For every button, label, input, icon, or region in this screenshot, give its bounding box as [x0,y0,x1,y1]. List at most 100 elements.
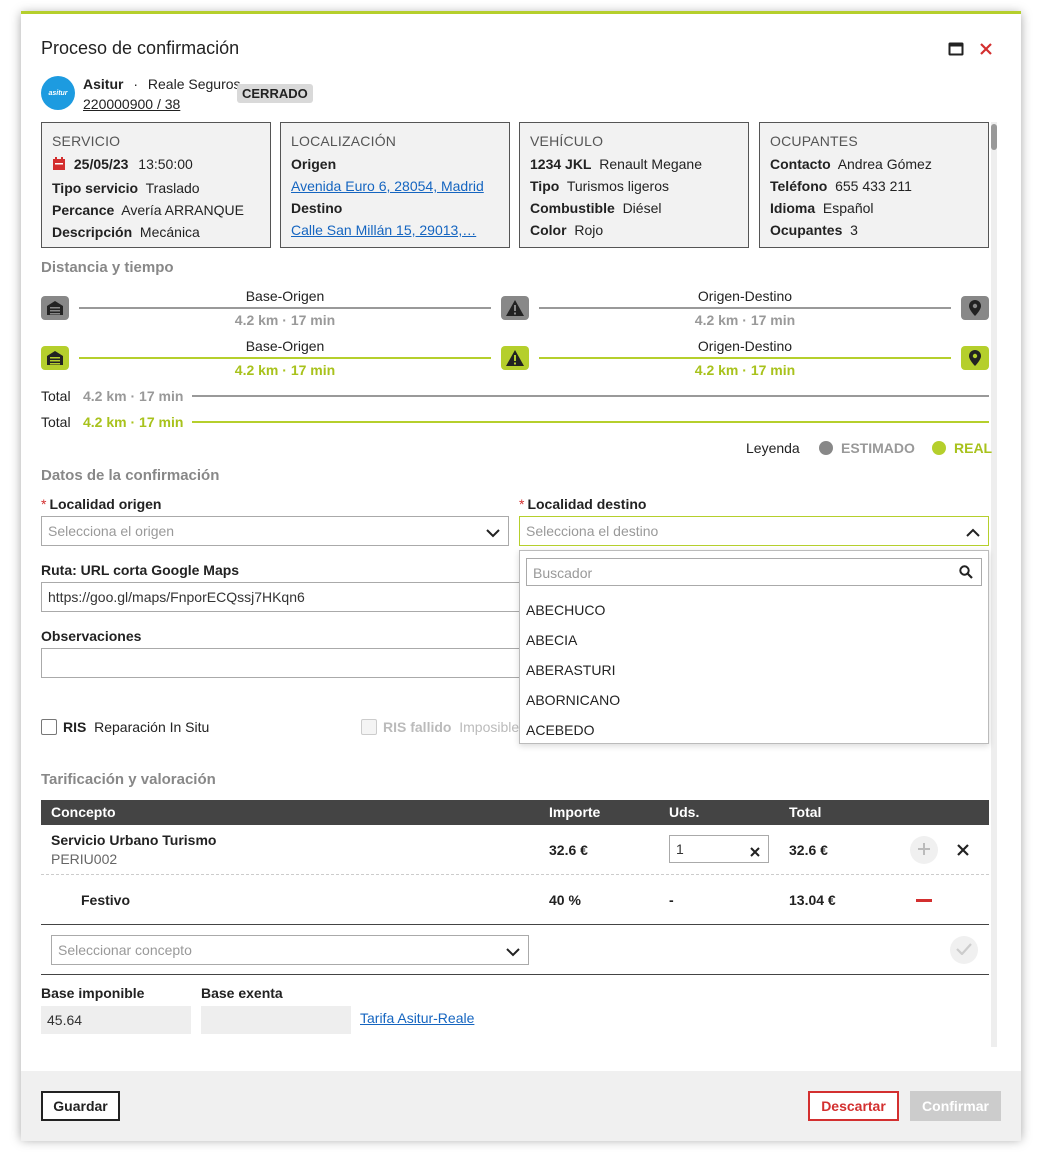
total-estimated-line [192,395,989,397]
card-row: Tipo servicio Traslado [52,180,200,196]
destination-locality-select[interactable]: Selecciona el destino [519,516,989,546]
legend-estimated-dot [819,441,833,455]
row-code: PERIU002 [51,851,118,867]
dropdown-option[interactable]: ABERASTURI [526,662,615,678]
checkmark-icon [956,942,972,958]
card-row: Descripción Mecánica [52,224,200,240]
ris-failed-checkbox[interactable] [361,719,377,735]
card-title: VEHÍCULO [530,133,604,149]
save-button[interactable]: Guardar [41,1091,120,1121]
add-concept-button[interactable] [950,936,978,964]
service-date: 25/05/23 [73,156,129,172]
modifier-amount: 40 % [549,892,581,908]
real-seg1-line [79,357,491,359]
real-seg2-label: Origen-Destino [697,338,793,354]
destination-address-link[interactable]: Calle San Millán 15, 29013,… [291,222,476,238]
minus-icon[interactable] [916,899,932,902]
total-real-label: Total [41,414,71,430]
service-date-row: 25/05/23 13:50:00 [52,153,260,177]
select-concept-dropdown[interactable]: Seleccionar concepto [51,935,529,965]
vehiculo-card: VEHÍCULO 1234 JKL Renault Megane Tipo Tu… [519,122,749,248]
chevron-down-icon [506,944,520,960]
confirmation-section-title: Datos de la confirmación [41,467,220,484]
warning-icon [501,296,529,320]
dropdown-option[interactable]: ABORNICANO [526,692,620,708]
header-total: Total [789,804,822,820]
dropdown-option[interactable]: ABECIA [526,632,577,648]
card-row: Tipo Turismos ligeros [530,178,669,194]
total-real-value: 4.2 km · 17 min [83,414,184,430]
card-row: Percance Avería ARRANQUE [52,202,244,218]
total-real-line [192,421,989,423]
plus-icon [917,842,931,859]
units-input[interactable]: 1 [669,835,769,863]
origin-label: Origen [291,156,337,172]
header-units: Uds. [669,804,700,820]
estimated-seg2-label: Origen-Destino [697,288,793,304]
pricing-section-title: Tarificación y valoración [41,771,216,788]
total-estimated-label: Total [41,388,71,404]
origin-locality-select[interactable]: Selecciona el origen [41,516,509,546]
legend-estimated-label: ESTIMADO [841,440,915,456]
modifier-concept: Festivo [81,892,131,908]
company-logo: asitur [41,76,75,110]
card-row: Ocupantes 3 [770,222,858,238]
scrollbar-thumb[interactable] [991,124,997,150]
close-icon [957,843,969,859]
table-separator [41,924,989,925]
legend-real-label: REAL [954,440,993,456]
chevron-up-icon [966,525,980,541]
estimated-seg1-label: Base-Origen [245,288,325,304]
discard-button[interactable]: Descartar [808,1091,899,1121]
estimated-seg1-line [79,307,491,309]
modifier-units: - [669,892,674,908]
clear-icon[interactable] [750,844,760,860]
modal-title: Proceso de confirmación [41,38,240,58]
scrollbar-track[interactable] [991,122,997,1047]
claim-number-link[interactable]: 220000900 / 38 [83,96,180,112]
real-seg2-line [539,357,951,359]
destination-locality-label: * Localidad destino [519,496,647,512]
dropdown-option[interactable]: ABECHUCO [526,602,605,618]
modifier-total: 13.04 € [789,892,836,908]
estimated-seg2-line [539,307,951,309]
real-seg1-value: 4.2 km · 17 min [234,362,336,378]
real-seg1-label: Base-Origen [245,338,325,354]
garage-icon [41,296,69,320]
ris-checkbox[interactable] [41,719,57,735]
card-row: Contacto Andrea Gómez [770,156,932,172]
confirmation-modal: Proceso de confirmación asitur Asitur · … [21,11,1021,1141]
card-row: 1234 JKL Renault Megane [530,156,703,172]
location-pin-icon [961,296,989,320]
chevron-down-icon [486,525,500,541]
dropdown-search-input[interactable]: Buscador [526,558,982,586]
observations-input[interactable] [41,648,521,678]
real-seg2-value: 4.2 km · 17 min [694,362,796,378]
location-pin-icon [961,346,989,370]
tariff-link[interactable]: Tarifa Asitur-Reale [360,1010,474,1026]
route-url-input[interactable]: https://goo.gl/maps/FnporECQssj7HKqn6 [41,582,521,612]
table-separator [41,974,989,975]
add-modifier-button[interactable] [910,836,938,864]
distance-section-title: Distancia y tiempo [41,259,174,276]
ocupantes-card: OCUPANTES Contacto Andrea Gómez Teléfono… [759,122,989,248]
maximize-icon[interactable] [947,40,965,58]
total-estimated-value: 4.2 km · 17 min [83,388,184,404]
card-row: Combustible Diésel [530,200,662,216]
ris-label-group: RIS Reparación In Situ [63,719,210,735]
origin-address-link[interactable]: Avenida Euro 6, 28054, Madrid [291,178,484,194]
card-title: LOCALIZACIÓN [291,133,397,149]
company-name: Asitur [83,76,124,92]
remove-row-button[interactable] [957,843,969,859]
close-icon[interactable] [977,40,995,58]
search-icon [959,565,973,582]
base-imponible-label: Base imponible [41,985,145,1001]
confirm-button[interactable]: Confirmar [910,1091,1001,1121]
row-concept: Servicio Urbano Turismo [51,832,217,848]
dropdown-option[interactable]: ACEBEDO [526,722,594,738]
base-exenta-label: Base exenta [201,985,283,1001]
servicio-card: SERVICIO 25/05/23 13:50:00 Tipo servicio… [41,122,271,248]
destination-dropdown-menu: Buscador ABECHUCO ABECIA ABERASTURI ABOR… [519,550,989,744]
destination-label: Destino [291,200,343,216]
ris-failed-label-group: RIS fallido Imposible [383,719,520,735]
